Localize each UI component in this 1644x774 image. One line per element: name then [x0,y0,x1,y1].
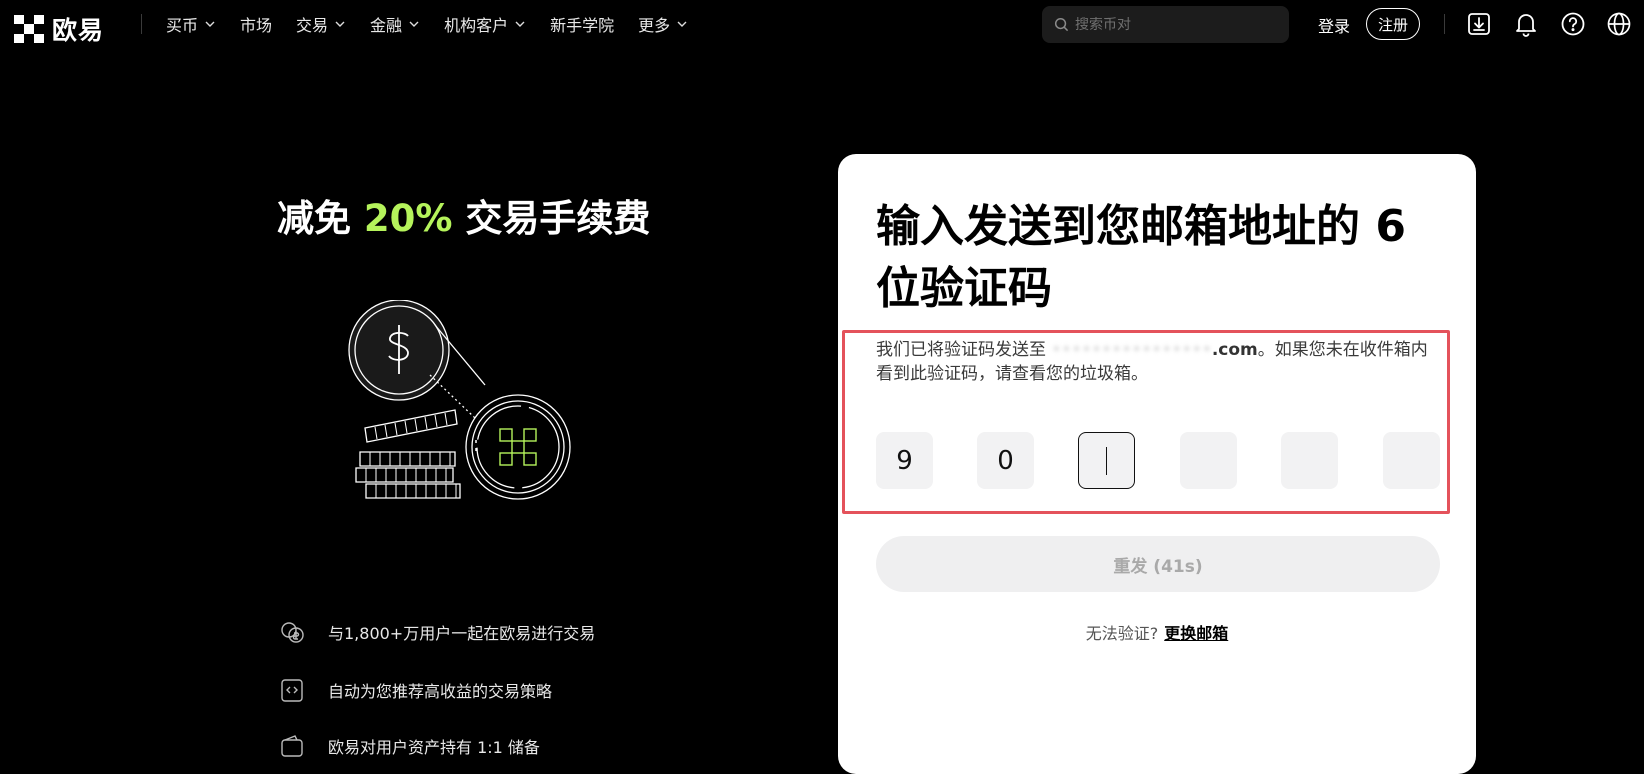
code-digit-5[interactable] [1281,432,1338,489]
logo-mark-icon [14,15,44,43]
text-caret [1105,446,1108,475]
register-button[interactable]: 注册 [1366,8,1420,40]
feature-text: 自动为您推荐高收益的交易策略 [328,682,553,701]
promo-title: 减免 20% 交易手续费 [277,188,650,242]
download-icon[interactable] [1466,11,1492,37]
nav-item-2[interactable]: 市场 [240,12,272,36]
card-title: 输入发送到您邮箱地址的 6 位验证码 [876,201,1406,314]
code-digit-3[interactable] [1078,432,1135,489]
help-icon[interactable] [1560,11,1586,37]
chevron-down-icon [335,21,345,27]
search-input[interactable] [1075,16,1275,33]
search-box[interactable] [1042,6,1289,43]
logo-text: 欧易 [52,16,105,45]
globe-icon[interactable] [1606,11,1632,37]
promo-title-prefix: 减免 [277,197,364,240]
nav-divider [1444,14,1445,34]
nav-divider [141,14,142,34]
coins-illustration [348,300,571,500]
nav-item-label: 买币 [166,16,199,35]
chevron-down-icon [409,21,419,27]
chevron-down-icon [515,21,525,27]
cant-verify-row: 无法验证? 更换邮箱 [838,620,1476,644]
feature-text: 欧易对用户资产持有 1:1 储备 [328,738,540,757]
cant-verify-text: 无法验证? [1085,624,1159,643]
nav-item-label: 市场 [240,16,273,35]
strategy-icon [281,679,303,702]
card-description: 我们已将验证码发送至 ••••••••••••••••.com。如果您未在收件箱… [876,338,1436,386]
nav-item-label: 新手学院 [550,16,615,35]
nav-item-4[interactable]: 金融 [370,12,420,36]
promo-title-suffix: 交易手续费 [452,197,651,240]
nav-item-label: 金融 [370,16,403,35]
code-digit-2[interactable]: 0 [977,432,1034,489]
resend-button[interactable]: 重发 (41s) [876,536,1440,592]
feature-strategy: 自动为您推荐高收益的交易策略 [278,676,552,704]
chevron-down-icon [205,21,215,27]
feature-users: 与1,800+万用户一起在欧易进行交易 [278,618,595,646]
nav-item-label: 机构客户 [444,16,509,35]
okx-logo[interactable]: 欧易 [14,11,104,47]
users-coins-icon [281,622,304,643]
nav-item-3[interactable]: 交易 [296,12,346,36]
feature-reserves: 欧易对用户资产持有 1:1 储备 [278,732,540,760]
bell-icon[interactable] [1513,11,1539,37]
code-digit-4[interactable] [1180,432,1237,489]
top-navigation: 欧易 买币 市场 交易 金融 机构客户 新手学院 更多 登录 注册 [0,0,1644,50]
code-digit-1[interactable]: 9 [876,432,933,489]
nav-item-6[interactable]: 新手学院 [550,12,614,36]
promo-title-highlight: 20% [363,197,453,240]
change-email-link[interactable]: 更换邮箱 [1164,624,1228,643]
code-input-row: 9 0 [876,432,1440,489]
nav-menu: 买币 市场 交易 金融 机构客户 新手学院 更多 [166,0,712,48]
email-masked: •••••••••••••••• [1051,340,1212,360]
verification-card: 输入发送到您邮箱地址的 6 位验证码 我们已将验证码发送至 ••••••••••… [838,154,1476,774]
search-icon [1054,17,1069,32]
wallet-icon [281,735,303,757]
email-suffix: .com [1211,340,1258,360]
nav-item-label: 更多 [638,16,671,35]
login-link[interactable]: 登录 [1318,13,1350,37]
desc-prefix: 我们已将验证码发送至 [876,340,1052,360]
nav-item-1[interactable]: 买币 [166,12,216,36]
code-digit-6[interactable] [1383,432,1440,489]
nav-item-5[interactable]: 机构客户 [444,12,526,36]
nav-item-label: 交易 [296,16,329,35]
feature-text: 与1,800+万用户一起在欧易进行交易 [328,624,596,643]
nav-item-7[interactable]: 更多 [638,12,688,36]
chevron-down-icon [677,21,687,27]
